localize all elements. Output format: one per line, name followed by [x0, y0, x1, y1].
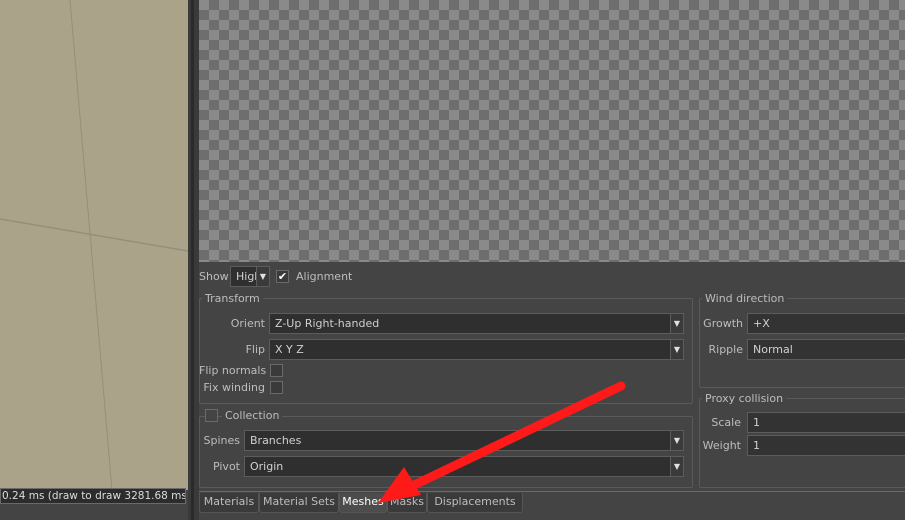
- collection-group-title: Collection: [222, 409, 283, 422]
- ripple-field[interactable]: Normal: [747, 339, 905, 360]
- collection-group: [199, 416, 693, 488]
- splitter-grip: [191, 0, 194, 520]
- pivot-dropdown[interactable]: Origin ▼: [244, 456, 684, 477]
- flip-dropdown[interactable]: X Y Z ▼: [269, 339, 684, 360]
- pivot-value: Origin: [250, 460, 284, 473]
- chevron-down-icon: ▼: [670, 340, 683, 359]
- growth-label: Growth: [703, 317, 743, 330]
- alignment-checkbox[interactable]: ✔: [276, 270, 289, 283]
- growth-field[interactable]: +X: [747, 313, 905, 334]
- chevron-down-icon: ▼: [256, 267, 269, 286]
- chevron-down-icon: ▼: [670, 457, 683, 476]
- tab-material-sets[interactable]: Material Sets: [259, 493, 339, 513]
- spines-label: Spines: [203, 434, 241, 447]
- chevron-down-icon: ▼: [670, 314, 683, 333]
- proxy-collision-title: Proxy collision: [702, 392, 787, 405]
- chevron-down-icon: ▼: [670, 431, 683, 450]
- texture-preview[interactable]: [199, 0, 905, 262]
- flip-normals-label: Flip normals: [199, 364, 267, 377]
- weight-label: Weight: [702, 439, 741, 452]
- wind-direction-title: Wind direction: [702, 292, 788, 305]
- tab-masks[interactable]: Masks: [387, 493, 427, 513]
- checkmark-icon: ✔: [277, 270, 288, 283]
- show-label: Show: [199, 270, 229, 283]
- flip-value: X Y Z: [275, 343, 304, 356]
- quality-dropdown[interactable]: High ▼: [230, 266, 270, 287]
- weight-field[interactable]: 1: [747, 435, 905, 456]
- orient-label: Orient: [230, 317, 265, 330]
- render-stats-readout: 0.24 ms (draw to draw 3281.68 ms): [0, 488, 186, 504]
- flip-normals-checkbox[interactable]: [270, 364, 283, 377]
- spines-value: Branches: [250, 434, 302, 447]
- spines-dropdown[interactable]: Branches ▼: [244, 430, 684, 451]
- alignment-label: Alignment: [296, 270, 353, 283]
- pivot-label: Pivot: [212, 460, 240, 473]
- scale-label: Scale: [711, 416, 741, 429]
- collection-checkbox[interactable]: [205, 409, 218, 422]
- orient-value: Z-Up Right-handed: [275, 317, 380, 330]
- fix-winding-checkbox[interactable]: [270, 381, 283, 394]
- editor-tab-bar: Materials Material Sets Meshes Masks Dis…: [199, 491, 905, 513]
- flip-label: Flip: [245, 343, 265, 356]
- fix-winding-label: Fix winding: [203, 381, 265, 394]
- orient-dropdown[interactable]: Z-Up Right-handed ▼: [269, 313, 684, 334]
- tab-meshes[interactable]: Meshes: [339, 493, 387, 513]
- ripple-label: Ripple: [708, 343, 744, 356]
- tab-displacements[interactable]: Displacements: [427, 493, 523, 513]
- tab-materials[interactable]: Materials: [199, 493, 259, 513]
- panel-splitter[interactable]: [188, 0, 199, 520]
- mesh-properties-panel: Show High ▼ ✔ Alignment Transform Orient…: [199, 262, 905, 520]
- scale-field[interactable]: 1: [747, 412, 905, 433]
- transform-group-title: Transform: [202, 292, 263, 305]
- 3d-viewport[interactable]: [0, 0, 188, 490]
- viewport-grid-lines: [0, 0, 188, 490]
